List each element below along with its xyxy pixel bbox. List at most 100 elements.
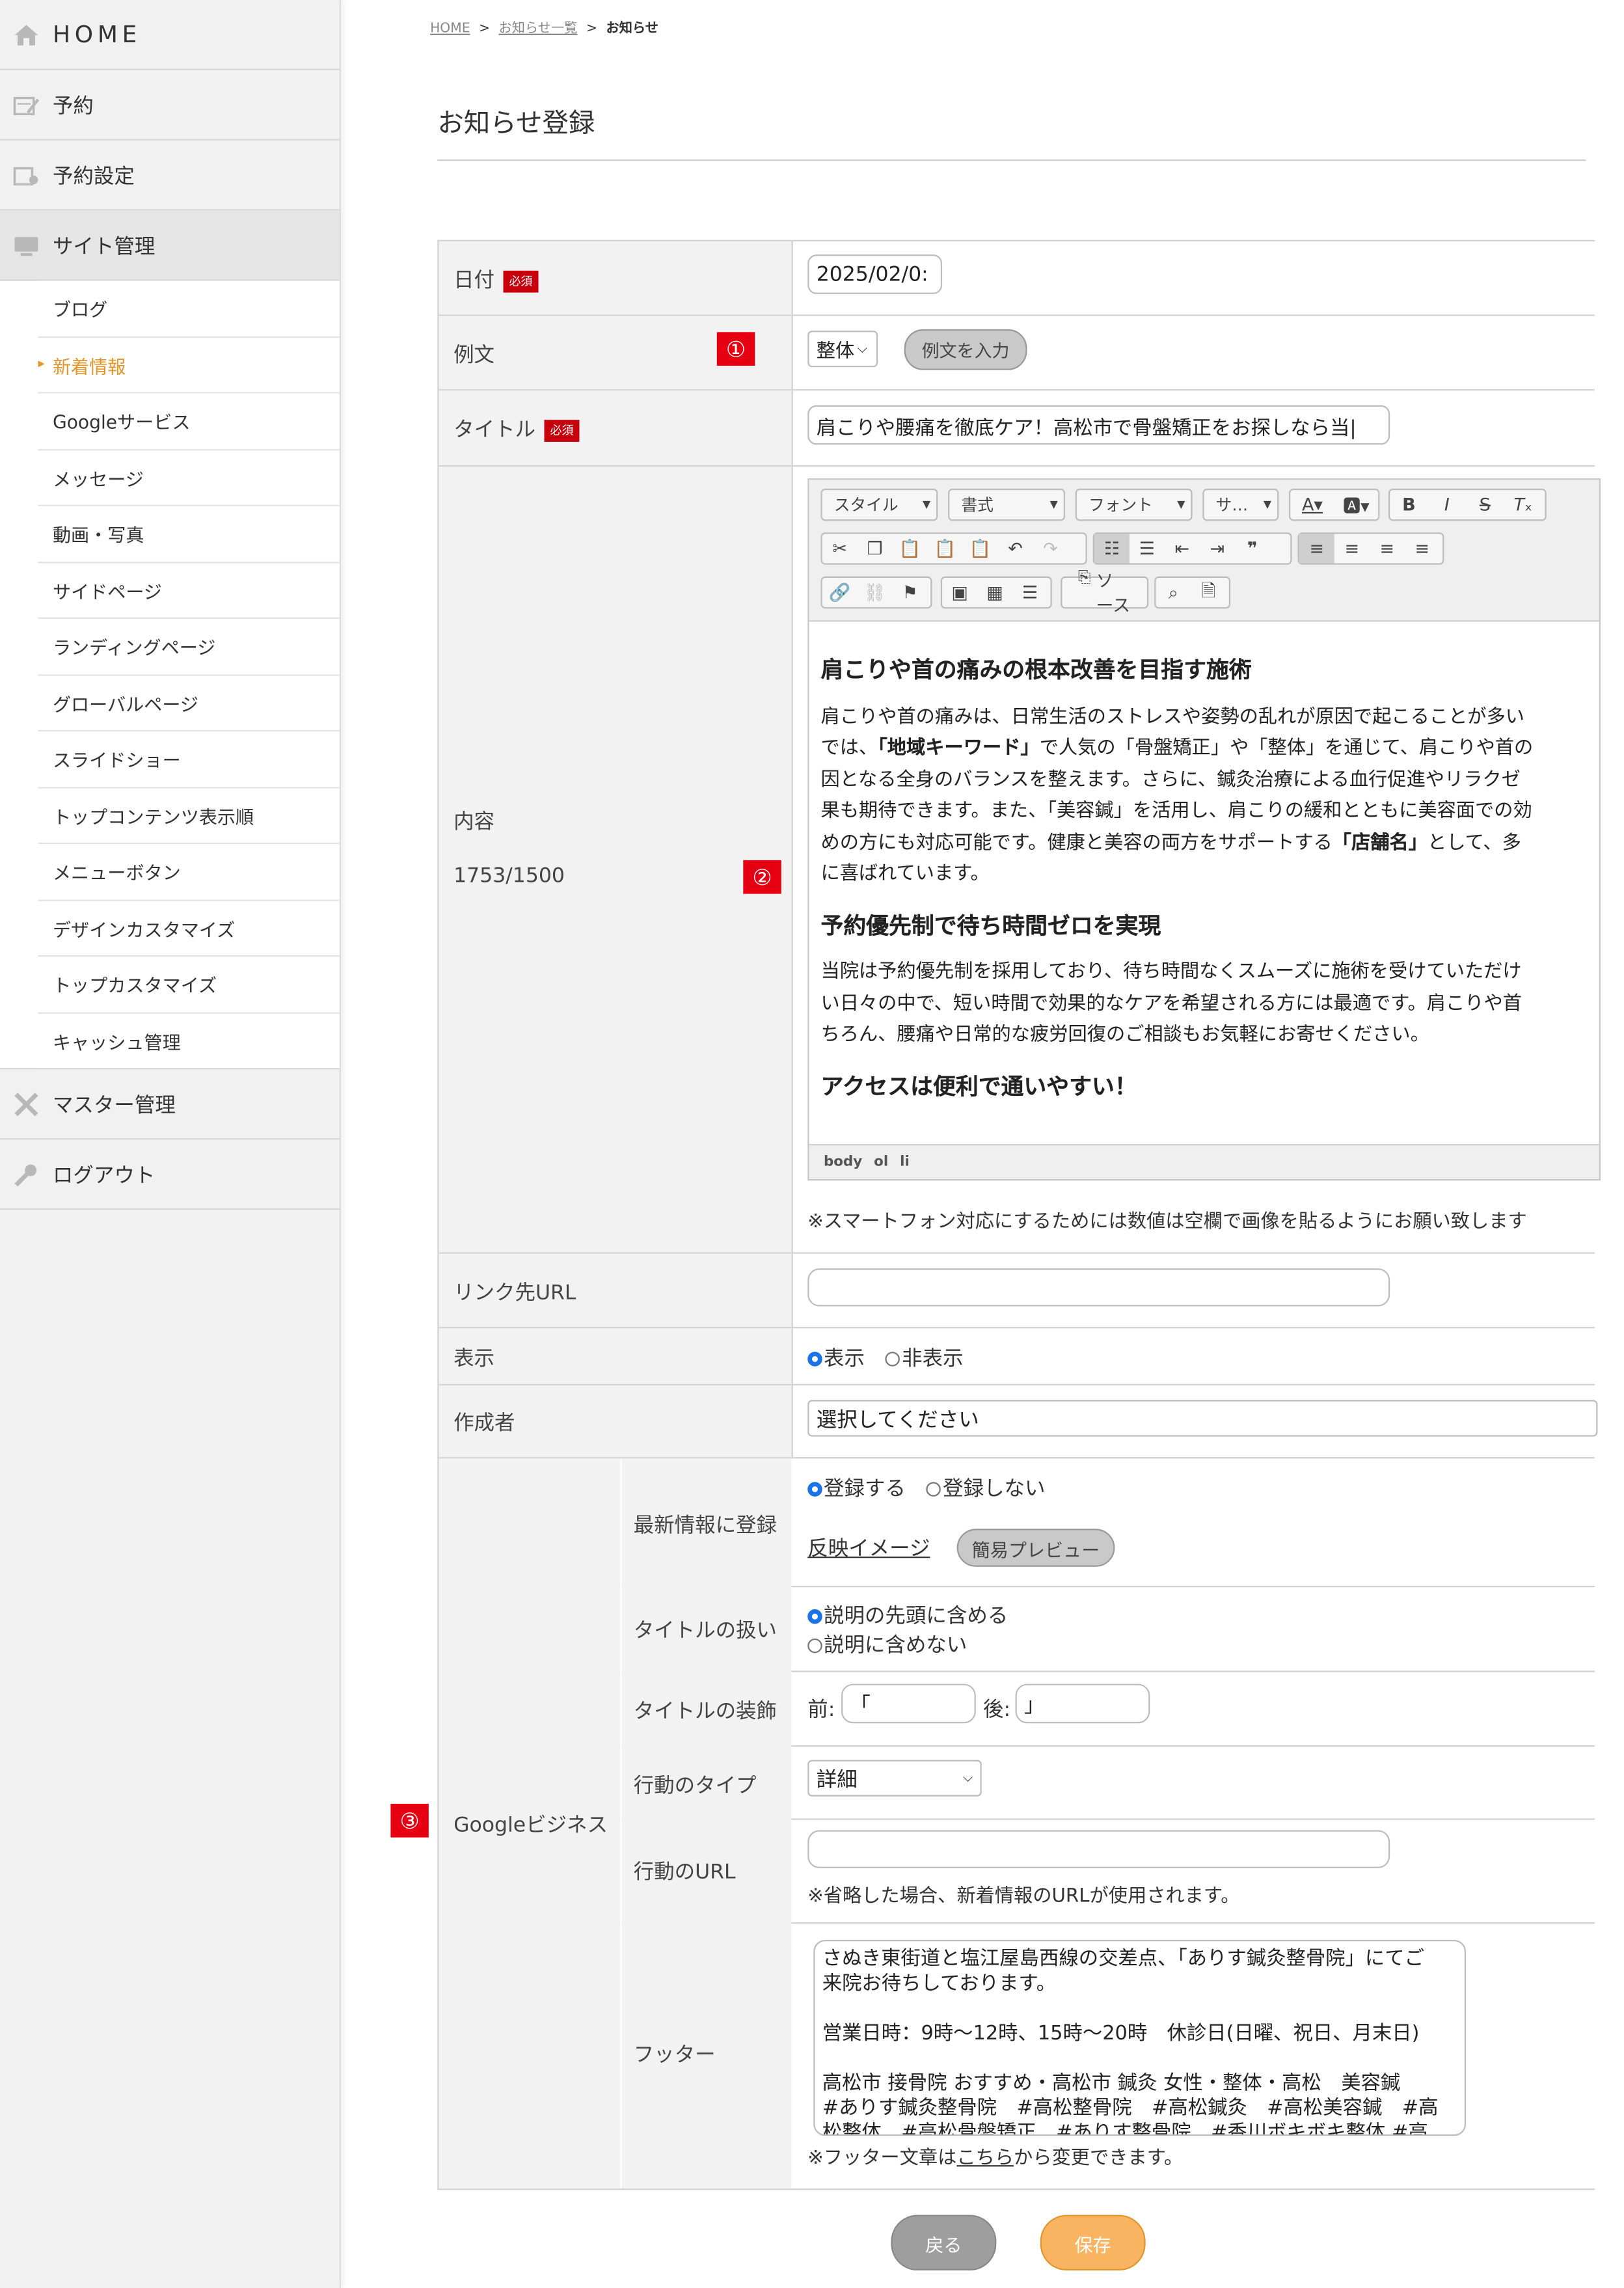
strike-icon[interactable]: S [1466,495,1504,515]
editor-toolbar: スタイル ▼ 書式 ▼ フォント ▼ サ… ▼ A▾ 🅰▾ BISTₓ ✂ ❐ 📋 📋 📋 ↶ ↷ [809,480,1599,622]
undo-icon[interactable]: ↶ [998,538,1033,558]
title-handling-include-radio[interactable]: 説明の先頭に含める [807,1600,1008,1629]
row-example: 例文 ① 整体 ⌵ 例文を入力 [439,316,1595,391]
bold-icon[interactable]: B [1390,495,1428,515]
sidebar-subitem-landing-page[interactable]: ランディングページ [38,618,340,675]
italic-icon[interactable]: I [1428,495,1466,515]
path-body[interactable]: body [824,1154,862,1171]
redo-icon[interactable]: ↷ [1033,538,1068,558]
rich-text-editor[interactable]: スタイル ▼ 書式 ▼ フォント ▼ サ… ▼ A▾ 🅰▾ BISTₓ ✂ ❐ 📋 📋 📋 ↶ ↷ [807,478,1601,1181]
back-button[interactable]: 戻る [891,2214,997,2271]
paste-icon[interactable]: 📋 [893,538,928,558]
sidebar-subitem-menu-button[interactable]: メニューボタン [38,844,340,901]
source-icon[interactable]: ⎘ ソース [1062,567,1146,617]
display-hide-radio[interactable]: 非表示 [886,1348,964,1370]
date-input[interactable]: 2025/02/0: [807,254,943,294]
template-icon[interactable]: 🗎 [1191,577,1226,608]
sidebar-subitem-top-customize[interactable]: トップカスタマイズ [38,957,340,1013]
annotation-2: ② [743,860,781,894]
date-label: 日付 [453,269,495,293]
preview-icon[interactable]: ⌕ [1156,582,1191,604]
display-show-radio[interactable]: 表示 [807,1348,865,1370]
chevron-down-icon: ▼ [922,498,931,511]
horizontal-line-icon[interactable]: ☰ [1012,582,1048,603]
row-title-handling: タイトルの扱い 説明の先頭に含める 説明に含めない [621,1585,1595,1672]
format-dropdown[interactable]: 書式 ▼ [948,488,1065,521]
sidebar-item-site-admin[interactable]: サイト管理 [0,210,340,281]
sidebar-subitem-video-photo[interactable]: 動画・写真 [38,506,340,563]
sidebar-subitem-google-service[interactable]: Googleサービス [38,393,340,450]
register-no-radio[interactable]: 登録しない [927,1478,1046,1501]
image-icon[interactable]: ▣ [942,582,977,603]
path-li[interactable]: li [900,1154,910,1171]
blockquote-icon[interactable]: ❞ [1235,538,1270,558]
sidebar-subitem-slideshow[interactable]: スライドショー [38,731,340,788]
sidebar-item-master-admin[interactable]: マスター管理 [0,1069,340,1140]
decoration-after-input[interactable]: 」 [1015,1683,1150,1724]
indent-icon[interactable]: ⇥ [1200,538,1235,558]
sidebar-subitem-top-content-order[interactable]: トップコンテンツ表示順 [38,787,340,845]
link-url-input[interactable] [807,1268,1390,1307]
row-action-type: 行動のタイプ 詳細 ⌵ [621,1745,1595,1820]
footer-settings-link[interactable]: こちら [956,2147,1014,2170]
sidebar-subitem-cache-admin[interactable]: キャッシュ管理 [38,1013,340,1069]
sidebar-subitem-blog[interactable]: ブログ [38,280,340,338]
sidebar-subitem-side-page[interactable]: サイドページ [38,562,340,619]
sidebar-item-home[interactable]: HOME [0,0,340,70]
required-badge: 必須 [503,269,539,292]
font-dropdown[interactable]: フォント ▼ [1075,488,1193,521]
style-dropdown[interactable]: スタイル ▼ [820,488,938,521]
sidebar-item-reserve[interactable]: 予約 [0,70,340,141]
simple-preview-button[interactable]: 簡易プレビュー [956,1529,1115,1567]
title-handling-exclude-radio[interactable]: 説明に含めない [807,1629,967,1659]
save-button[interactable]: 保存 [1040,2214,1146,2271]
sidebar-item-reserve-settings[interactable]: 予約設定 [0,141,340,211]
remove-format-icon[interactable]: Tₓ [1504,495,1542,515]
sidebar-subitem-news[interactable]: 新着情報 [38,337,340,394]
footer-textarea[interactable]: さぬき東街道と塩江屋島西線の交差点、「ありす鍼灸整骨院」にてご 来院お待ちしており… [813,1939,1467,2136]
sidebar-item-logout[interactable]: ログアウト [0,1139,340,1210]
breadcrumb-list-link[interactable]: お知らせ一覧 [498,22,577,36]
decoration-before-input[interactable]: 「 [841,1683,976,1724]
action-url-label: 行動のURL [633,1860,736,1885]
align-justify-icon[interactable]: ≡ [1405,538,1440,558]
link-icon[interactable]: 🔗 [822,582,858,603]
content-paragraph-1: 肩こりや首の痛みは、日常生活のストレスや姿勢の乱れが原因で起こることが多い では… [820,705,1534,886]
title-input[interactable]: 肩こりや腰痛を徹底ケア！高松市で骨盤矯正をお探しなら当| [807,405,1390,445]
copy-icon[interactable]: ❐ [858,538,893,558]
cut-icon[interactable]: ✂ [822,538,858,558]
numbered-list-icon[interactable]: ☷ [1094,534,1130,564]
preview-image-link[interactable]: 反映イメージ [807,1533,930,1562]
align-left-icon[interactable]: ≡ [1299,534,1334,564]
path-ol[interactable]: ol [874,1154,888,1171]
action-type-select[interactable]: 詳細 ⌵ [807,1760,982,1797]
table-icon[interactable]: ▦ [977,582,1012,603]
sidebar-subitem-global-page[interactable]: グローバルページ [38,675,340,732]
action-url-input[interactable] [807,1830,1390,1868]
bullet-list-icon[interactable]: ☰ [1130,538,1165,558]
text-color-icon[interactable]: A▾ [1290,495,1334,515]
align-right-icon[interactable]: ≡ [1370,538,1405,558]
basic-style-group: BISTₓ [1388,488,1547,521]
example-insert-button[interactable]: 例文を入力 [904,329,1027,370]
paste-word-icon[interactable]: 📋 [963,538,998,558]
row-register: 最新情報に登録 登録する 登録しない 反映イメージ 簡易プレビュー [621,1458,1595,1588]
align-group: ≡ ≡ ≡ ≡ [1297,532,1444,565]
monitor-icon [0,235,53,256]
title-label: タイトル [453,418,535,442]
sidebar-subitem-message[interactable]: メッセージ [38,450,340,506]
anchor-flag-icon[interactable]: ⚑ [893,582,928,603]
register-yes-radio[interactable]: 登録する [807,1478,906,1501]
outdent-icon[interactable]: ⇤ [1165,538,1200,558]
size-dropdown[interactable]: サ… ▼ [1202,488,1279,521]
align-center-icon[interactable]: ≡ [1334,538,1370,558]
paste-text-icon[interactable]: 📋 [928,538,963,558]
sidebar-subitem-design-customize[interactable]: デザインカスタマイズ [38,900,340,957]
bg-color-icon[interactable]: 🅰▾ [1334,492,1378,517]
unlink-icon[interactable]: ⛓ [858,582,893,603]
sidebar-submenu: ブログ 新着情報 Googleサービス メッセージ 動画・写真 サイドページ ラ… [0,280,340,1070]
breadcrumb-home-link[interactable]: HOME [430,22,470,36]
author-select[interactable]: 選択してください [807,1400,1598,1437]
editor-content: 肩こりや首の痛みの根本改善を目指す施術 肩こりや首の痛みは、日常生活のストレスや… [820,655,1599,1117]
example-select[interactable]: 整体 ⌵ [807,331,878,368]
